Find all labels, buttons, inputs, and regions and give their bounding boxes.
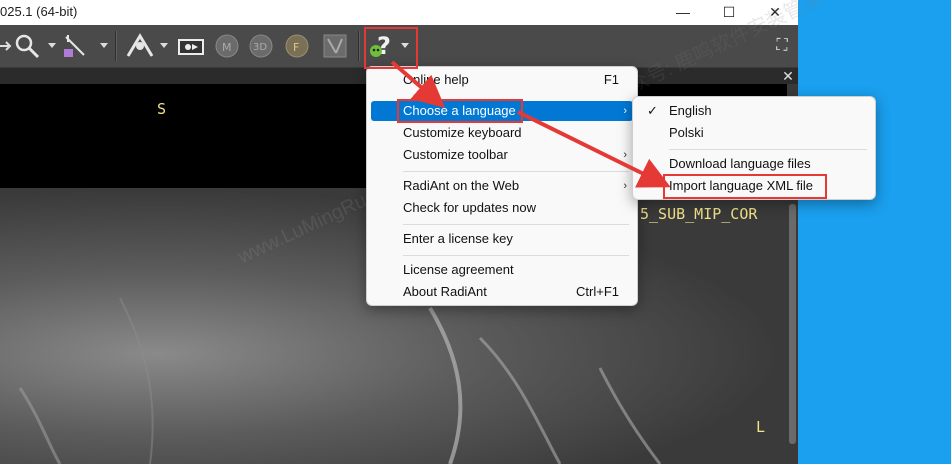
viewer-close-icon[interactable]: ✕ (782, 68, 794, 84)
title-bar: 025.1 (64-bit) — ☐ ✕ (0, 0, 798, 25)
window-title: 025.1 (64-bit) (0, 4, 78, 19)
menu-item-polski[interactable]: Polski (637, 123, 871, 143)
menu-separator (403, 171, 629, 172)
menu-item-customize-toolbar[interactable]: Customize toolbar › (371, 145, 633, 165)
annotation-box-help (364, 27, 418, 69)
menu-separator (403, 224, 629, 225)
checkmark-icon: ✓ (647, 103, 658, 118)
annotation-box-import-xml (663, 174, 827, 199)
chevron-right-icon: › (623, 149, 627, 161)
chevron-down-icon[interactable] (48, 43, 56, 48)
menu-item-customize-keyboard[interactable]: Customize keyboard (371, 123, 633, 143)
menu-separator (669, 149, 867, 150)
maximize-button[interactable]: ☐ (706, 0, 752, 25)
mip-icon[interactable] (122, 31, 158, 61)
fullscreen-icon[interactable]: ⛶ (770, 31, 794, 61)
mpr-icon[interactable]: M (212, 31, 242, 61)
measure-icon[interactable] (58, 31, 92, 61)
orientation-right-label: L (756, 418, 766, 436)
fusion-icon[interactable]: F (282, 31, 312, 61)
chevron-right-icon: › (623, 105, 627, 117)
chevron-right-icon: › (623, 180, 627, 192)
3d-icon[interactable]: 3D (246, 31, 276, 61)
menu-item-online-help[interactable]: Online help F1 (371, 70, 633, 90)
toolbar-divider (358, 31, 360, 61)
menu-item-english[interactable]: ✓ English (637, 101, 871, 121)
chevron-down-icon[interactable] (100, 43, 108, 48)
close-button[interactable]: ✕ (752, 0, 798, 25)
menu-item-download-language[interactable]: Download language files (637, 154, 871, 174)
menu-item-about[interactable]: About RadiAnt Ctrl+F1 (371, 282, 633, 302)
menu-item-license-key[interactable]: Enter a license key (371, 229, 633, 249)
magnify-icon[interactable] (12, 31, 42, 61)
series-label: 5_SUB_MIP_COR (640, 205, 758, 223)
pan-zoom-icon[interactable] (0, 31, 12, 61)
cine-icon[interactable] (174, 31, 208, 61)
toolbar-divider (115, 31, 117, 61)
menu-item-license-agreement[interactable]: License agreement (371, 260, 633, 280)
menu-item-check-updates[interactable]: Check for updates now (371, 198, 633, 218)
minimize-button[interactable]: — (660, 0, 706, 25)
svg-text:M: M (222, 41, 232, 54)
menu-item-radiant-web[interactable]: RadiAnt on the Web › (371, 176, 633, 196)
svg-text:F: F (293, 41, 299, 54)
windowing-icon[interactable] (320, 31, 350, 61)
orientation-top-label: S (157, 100, 167, 118)
svg-text:3D: 3D (253, 42, 267, 53)
scrollbar-thumb[interactable] (789, 204, 796, 444)
annotation-box-choose-language (397, 99, 523, 123)
chevron-down-icon[interactable] (160, 43, 168, 48)
menu-separator (403, 255, 629, 256)
